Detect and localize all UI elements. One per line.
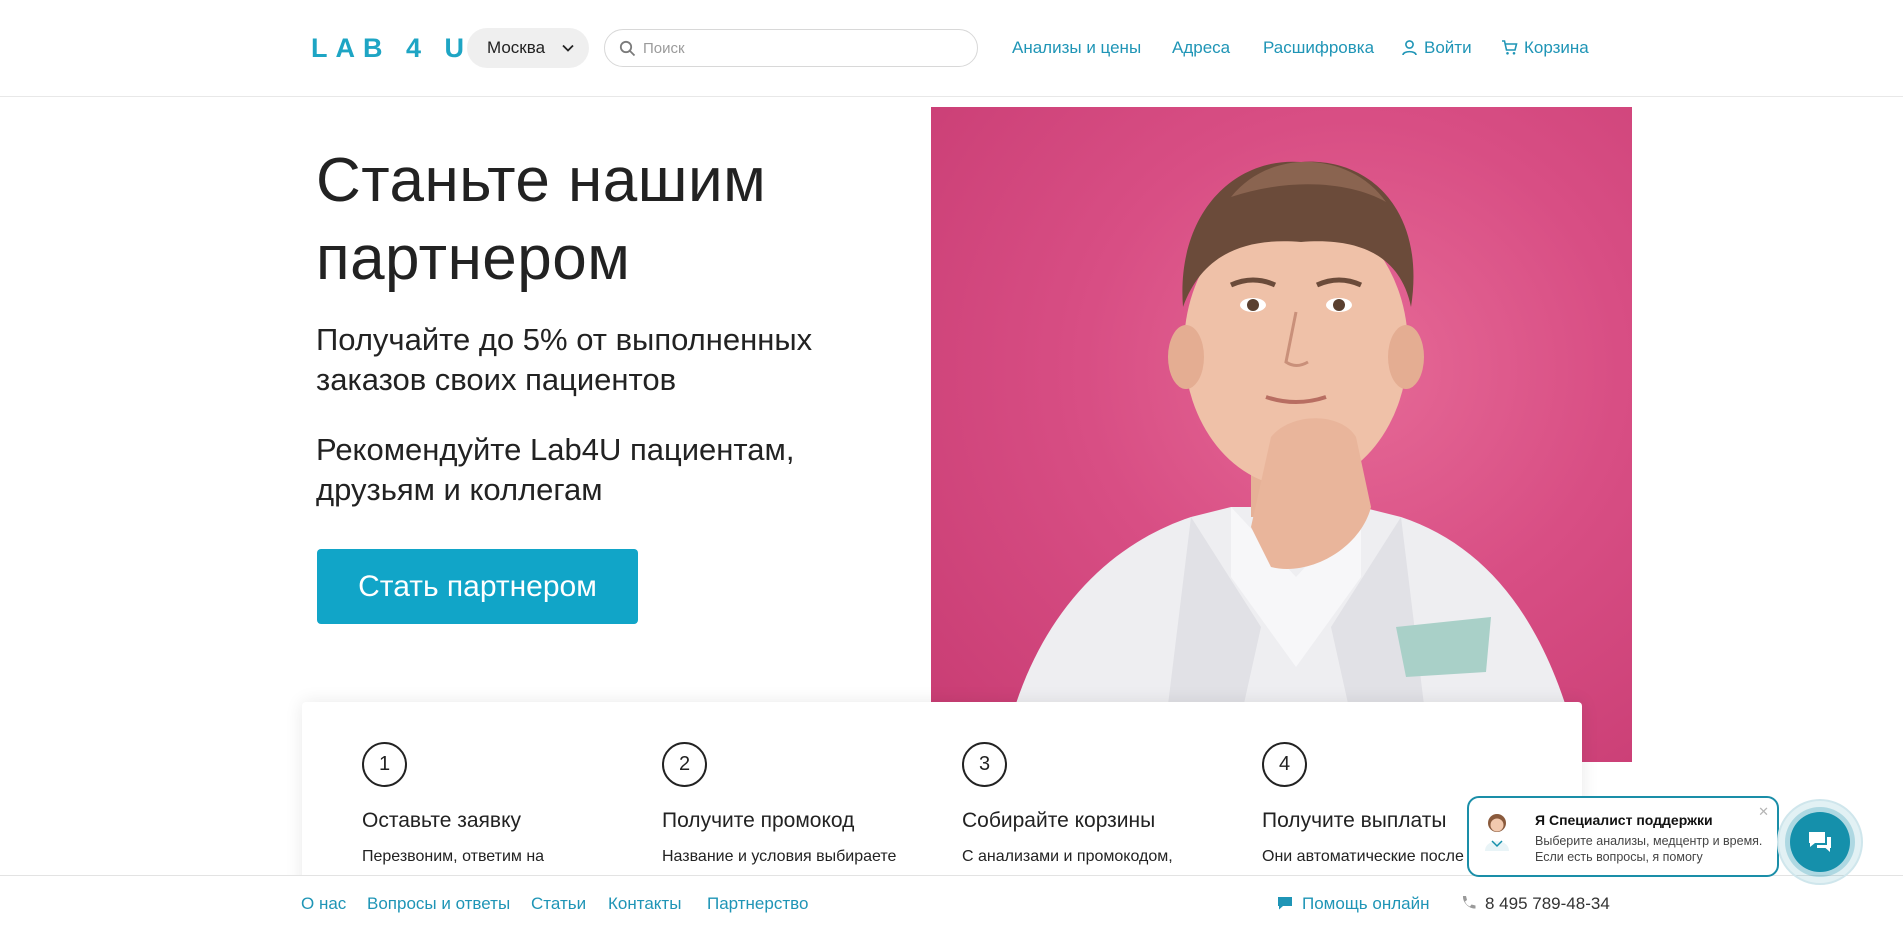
footer-contacts-link[interactable]: Контакты [608,894,681,914]
user-icon [1402,40,1417,56]
chat-button-core [1790,812,1850,872]
hero-subtitle-line: друзьям и коллегам [316,472,603,507]
hero-title-line: партнером [316,224,631,293]
step-description: С анализами и промокодом, [962,848,1173,865]
hero-subtitle-income: Получайте до 5% от выполненных заказов с… [316,320,812,400]
support-chat-title: Я Специалист поддержки [1535,812,1713,828]
site-header: LAB 4 U Москва Анализы и цены Адреса Рас… [0,0,1903,97]
chevron-down-icon [562,44,574,52]
city-selector[interactable]: Москва [467,28,589,68]
footer-articles-link[interactable]: Статьи [531,894,586,914]
hero-subtitle-line: заказов своих пациентов [316,362,677,397]
support-avatar-icon [1485,814,1509,851]
login-link[interactable]: Войти [1401,38,1472,58]
man-portrait-illustration [1001,161,1581,762]
chat-icon [1809,832,1831,852]
search-input[interactable] [643,39,963,57]
login-label: Войти [1424,38,1472,57]
step-description: Название и условия выбираете [662,848,897,865]
footer-faq-link[interactable]: Вопросы и ответы [367,894,510,914]
step-number: 4 [1262,742,1307,787]
search-icon [619,40,636,57]
step-title: Получите промокод [662,809,855,832]
nav-analyses-link[interactable]: Анализы и цены [1012,38,1141,58]
hero-subtitle-line: Получайте до 5% от выполненных [316,322,813,357]
help-online-label: Помощь онлайн [1302,894,1430,913]
logo[interactable]: LAB 4 U [311,33,472,64]
step-item: 1 Оставьте заявку Перезвоним, ответим на [362,742,652,868]
open-chat-button[interactable] [1777,799,1863,885]
step-title: Оставьте заявку [362,809,522,832]
support-chat-popup[interactable]: Я Специалист поддержки Выберите анализы,… [1467,796,1779,877]
city-label: Москва [487,38,546,57]
step-description: Перезвоним, ответим на [362,848,545,865]
hero-subtitle-recommend: Рекомендуйте Lab4U пациентам, друзьям и … [316,430,794,510]
cart-label: Корзина [1524,38,1589,57]
step-item: 3 Собирайте корзины С анализами и промок… [962,742,1252,868]
step-title: Собирайте корзины [962,809,1156,832]
cart-link[interactable]: Корзина [1501,38,1589,58]
nav-decoding-link[interactable]: Расшифровка [1263,38,1374,58]
step-number: 1 [362,742,407,787]
nav-addresses-link[interactable]: Адреса [1172,38,1230,58]
cart-icon [1502,40,1518,55]
footer-about-link[interactable]: О нас [301,894,346,914]
close-icon[interactable]: ✕ [1758,804,1769,820]
support-chat-message: Выберите анализы, медцентр и время. Если… [1535,834,1763,864]
hero-photo [931,107,1632,762]
page: LAB 4 U Москва Анализы и цены Адреса Рас… [0,0,1903,927]
chat-bubble-icon [1278,897,1292,910]
footer-bar: О нас Вопросы и ответы Статьи Контакты П… [0,875,1903,927]
hero-subtitle-line: Рекомендуйте Lab4U пациентам, [316,432,795,467]
hero-title-line: Станьте нашим [316,146,767,215]
hero-title: Станьте нашим партнером [316,142,766,298]
step-number: 2 [662,742,707,787]
footer-partnership-link[interactable]: Партнерство [707,894,808,914]
phone-label: 8 495 789-48-34 [1485,894,1610,913]
help-online-link[interactable]: Помощь онлайн [1276,894,1429,914]
step-item: 2 Получите промокод Название и условия в… [662,742,952,868]
step-number: 3 [962,742,1007,787]
search-box [604,29,978,67]
phone-icon [1462,896,1476,909]
phone-number[interactable]: 8 495 789-48-34 [1459,894,1610,914]
become-partner-button[interactable]: Стать партнером [317,549,638,624]
